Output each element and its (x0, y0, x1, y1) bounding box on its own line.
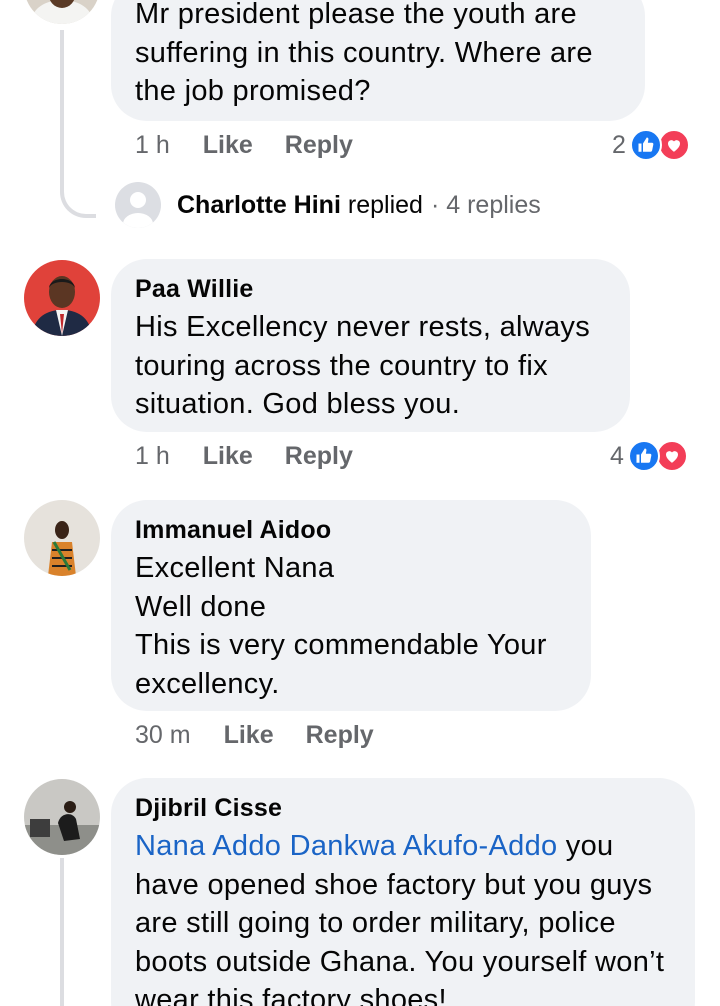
reply-count: · 4 replies (430, 190, 541, 219)
view-replies-link[interactable]: Charlotte Hini replied · 4 replies (115, 182, 541, 228)
comment-text-line: Excellent Nana (135, 552, 335, 584)
comment-time[interactable]: 1 h (135, 442, 170, 471)
comment-bubble: Djibril Cisse Nana Addo Dankwa Akufo-Add… (111, 778, 695, 1006)
replier-avatar (115, 182, 161, 228)
comment-text: His Excellency never rests, always touri… (135, 311, 591, 420)
reply-button[interactable]: Reply (306, 721, 374, 750)
commenter-avatar[interactable] (24, 500, 100, 576)
like-button[interactable]: Like (203, 442, 253, 471)
reaction-count: 4 (610, 441, 624, 470)
commenter-name[interactable]: Paa Willie (135, 274, 606, 304)
commenter-name[interactable]: Immanuel Aidoo (135, 515, 567, 545)
comment-text-line: This is very commendable Your excellency… (135, 629, 547, 700)
replied-label: replied (347, 190, 423, 219)
comment-bubble: Paa Willie His Excellency never rests, a… (111, 259, 630, 432)
commenter-avatar[interactable] (24, 779, 100, 855)
comment-time[interactable]: 1 h (135, 131, 170, 160)
replier-name[interactable]: Charlotte Hini (177, 191, 341, 220)
like-button[interactable]: Like (224, 721, 274, 750)
commenter-name[interactable]: Djibril Cisse (135, 793, 671, 823)
reaction-summary[interactable]: 4 (610, 439, 688, 473)
commenter-avatar[interactable] (24, 0, 100, 24)
thread-curve (60, 180, 96, 218)
comment-text: Mr president please the youth are suffer… (135, 0, 593, 107)
heart-icon (657, 129, 690, 161)
comment-actions: 30 m Like Reply (135, 720, 374, 750)
comment-actions: 1 h Like Reply (135, 441, 353, 471)
thread-line (60, 858, 64, 1006)
thread-line (60, 30, 64, 180)
comment-bubble: Immanuel Aidoo Excellent Nana Well done … (111, 500, 591, 711)
reply-button[interactable]: Reply (285, 442, 353, 471)
like-button[interactable]: Like (203, 131, 253, 160)
comment-actions: 1 h Like Reply (135, 130, 353, 160)
reaction-count: 2 (612, 130, 626, 159)
heart-icon (655, 440, 688, 472)
commenter-avatar[interactable] (24, 260, 100, 336)
thumbs-up-icon (627, 440, 660, 472)
reply-button[interactable]: Reply (285, 131, 353, 160)
comment-time[interactable]: 30 m (135, 721, 191, 750)
comment-text-line: Well done (135, 590, 267, 623)
comment-bubble: Mr president please the youth are suffer… (111, 0, 645, 121)
reaction-summary[interactable]: 2 (612, 128, 690, 162)
thumbs-up-icon (629, 129, 662, 161)
mention-link[interactable]: Nana Addo Dankwa Akufo-Addo (135, 830, 557, 862)
